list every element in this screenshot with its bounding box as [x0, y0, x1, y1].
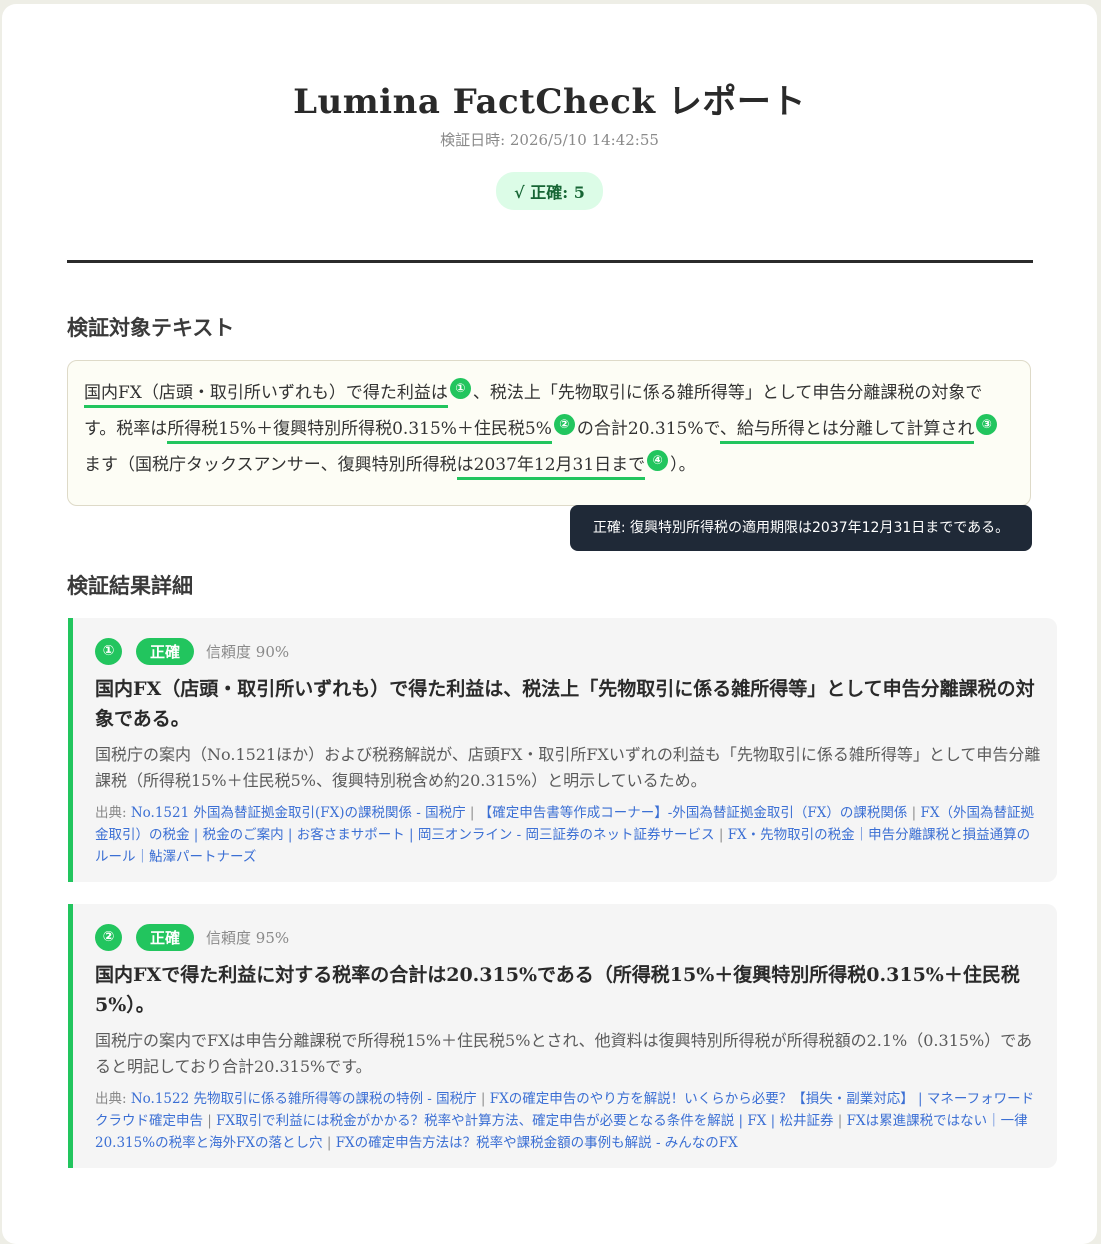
plain-text: ）。: [670, 455, 696, 475]
source-link[interactable]: 【確定申告書等作成コーナー】-外国為替証拠金取引（FX）の課税関係: [479, 805, 908, 821]
report-page: Lumina FactCheck レポート 検証日時: 2026/5/10 14…: [2, 4, 1097, 1244]
source-list: 出典: No.1521 外国為替証拠金取引(FX)の課税関係 - 国税庁 | 【…: [95, 805, 1034, 865]
claim-number: ②: [95, 923, 122, 951]
source-link[interactable]: No.1522 先物取引に係る雑所得等の課税の特例 - 国税庁: [131, 1091, 477, 1107]
report-header: Lumina FactCheck レポート 検証日時: 2026/5/10 14…: [2, 74, 1097, 150]
confidence-score: 信頼度 90%: [206, 642, 290, 661]
result-card-1: ① 正確 信頼度 90% 国内FX（店頭・取引所いずれも）で得た利益は、税法上「…: [68, 618, 1057, 882]
summary-badge-wrap: √ 正確: 5: [2, 172, 1097, 210]
verdict-badge: 正確: [136, 637, 195, 665]
results-section-title: 検証結果詳細: [67, 573, 193, 598]
summary-badge: √ 正確: 5: [496, 172, 603, 210]
target-text-box: 国内FX（店頭・取引所いずれも）で得た利益は ① 、税法上「先物取引に係る雑所得等」…: [67, 360, 1031, 506]
claim-reason: 国税庁の案内（No.1521ほか）および税務解説が、店頭FX・取引所FXいずれの…: [95, 745, 1041, 790]
verdict-badge: 正確: [136, 923, 195, 951]
claim-tooltip: 正確: 復興特別所得税の適用期限は2037年12月31日までである。: [570, 505, 1032, 551]
claim-reason: 国税庁の案内でFXは申告分離課税で所得税15%＋住民税5%とされ、他資料は復興特…: [95, 1031, 1033, 1076]
source-link[interactable]: FX取引で利益には税金がかかる？税率や計算方法、確定申告が必要となる条件を解説 …: [216, 1113, 833, 1129]
claim-marker-1[interactable]: ①: [449, 378, 471, 399]
result-card-2: ② 正確 信頼度 95% 国内FXで得た利益に対する税率の合計は20.315%で…: [68, 904, 1057, 1168]
plain-text: の合計20.315%で: [576, 419, 720, 439]
confidence-score: 信頼度 95%: [206, 928, 290, 947]
header-divider: [67, 260, 1033, 263]
claim-marker-3[interactable]: ③: [976, 414, 998, 435]
source-link[interactable]: No.1521 外国為替証拠金取引(FX)の課税関係 - 国税庁: [131, 805, 466, 821]
verification-date: 検証日時: 2026/5/10 14:42:55: [440, 131, 659, 149]
sources-label: 出典:: [95, 1091, 131, 1107]
target-section-title: 検証対象テキスト: [67, 315, 235, 340]
claim-highlight-4[interactable]: は2037年12月31日まで: [456, 455, 646, 480]
claim-highlight-2[interactable]: 所得税15%＋復興特別所得税0.315%＋住民税5%: [167, 419, 552, 444]
claim-marker-4[interactable]: ④: [647, 450, 669, 471]
claim-highlight-3[interactable]: 、給与所得とは分離して計算され: [719, 419, 975, 444]
source-link[interactable]: FXの確定申告方法は？税率や課税金額の事例も解説 - みんなのFX: [336, 1135, 738, 1151]
card-header: ① 正確 信頼度 90%: [95, 636, 1041, 666]
claim-marker-2[interactable]: ②: [553, 414, 575, 435]
claim-number: ①: [95, 637, 122, 665]
source-list: 出典: No.1522 先物取引に係る雑所得等の課税の特例 - 国税庁 | FX…: [95, 1091, 1035, 1151]
card-header: ② 正確 信頼度 95%: [95, 922, 1041, 952]
claim-highlight-1[interactable]: 国内FX（店頭・取引所いずれも）で得た利益は: [84, 383, 448, 408]
plain-text: ます（国税庁タックスアンサー、復興特別所得税: [84, 455, 457, 475]
sources-label: 出典:: [95, 805, 131, 821]
claim-text: 国内FX（店頭・取引所いずれも）で得た利益は、税法上「先物取引に係る雑所得等」と…: [95, 678, 1035, 730]
page-title: Lumina FactCheck レポート: [293, 82, 806, 122]
claim-text: 国内FXで得た利益に対する税率の合計は20.315%である（所得税15%＋復興特…: [95, 964, 1020, 1016]
